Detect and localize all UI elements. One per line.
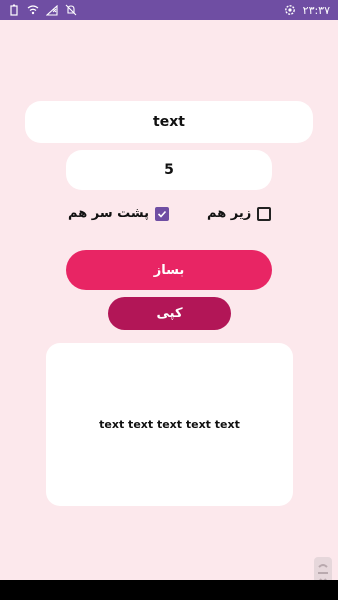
copy-button[interactable]: کپی <box>108 297 231 330</box>
result-text: text text text text text <box>99 418 240 431</box>
status-time: ۲۳:۳۷ <box>302 3 330 17</box>
build-button[interactable]: بساز <box>66 250 272 290</box>
stack-option-label: زیر هم <box>207 206 252 221</box>
status-bar: ۲۳:۳۷ <box>0 0 338 20</box>
settings-icon <box>284 4 296 16</box>
text-input-value: text <box>153 114 185 130</box>
status-icons-left <box>8 4 77 16</box>
repeat-option[interactable]: پشت سر هم <box>68 206 170 221</box>
battery-icon <box>8 4 20 16</box>
status-icons-right: ۲۳:۳۷ <box>284 4 330 17</box>
result-panel: text text text text text <box>46 343 293 506</box>
no-signal-icon <box>46 4 58 16</box>
text-input[interactable]: text <box>25 101 313 143</box>
repeat-checkbox[interactable] <box>155 206 170 221</box>
count-input[interactable]: 5 <box>66 150 272 190</box>
notification-off-icon <box>65 4 77 16</box>
count-input-value: 5 <box>164 162 174 178</box>
copy-button-label: کپی <box>156 306 183 321</box>
stack-option[interactable]: زیر هم <box>207 206 272 221</box>
wifi-icon <box>27 4 39 16</box>
repeat-option-label: پشت سر هم <box>68 206 150 221</box>
stack-checkbox[interactable] <box>257 206 272 221</box>
build-button-label: بساز <box>153 262 185 278</box>
checkmark-icon <box>157 210 167 218</box>
navigation-bar <box>0 580 338 600</box>
